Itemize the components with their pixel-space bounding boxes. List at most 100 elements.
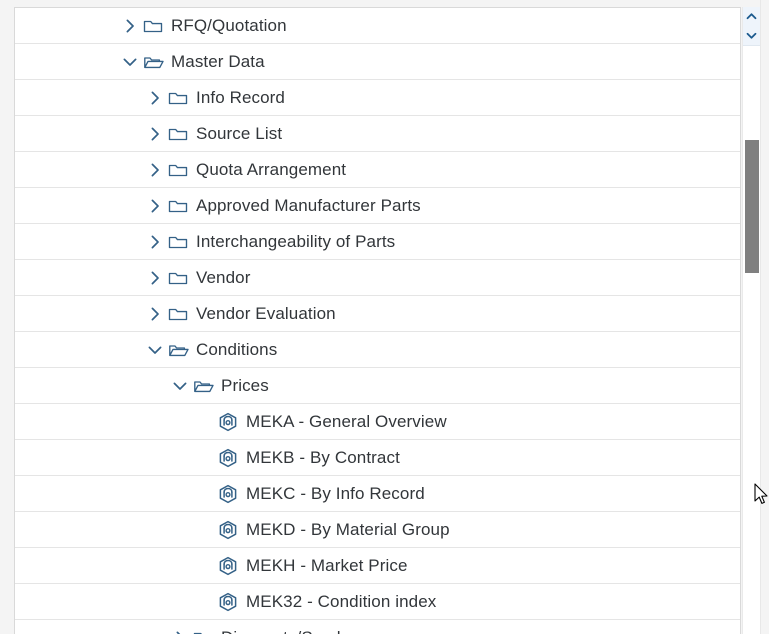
tree-row[interactable]: MEKC - By Info Record — [15, 476, 740, 512]
tree-row[interactable]: Conditions — [15, 332, 740, 368]
tree-expander-placeholder — [193, 482, 217, 506]
chevron-right-icon[interactable] — [143, 230, 167, 254]
folder-closed-icon — [192, 627, 214, 634]
navigation-tree-panel: RFQ/Quotation Master Data Info Record Sourc… — [14, 7, 741, 634]
folder-closed-icon — [167, 195, 189, 217]
tree-expander-placeholder — [193, 410, 217, 434]
tree-node-label: Vendor — [196, 267, 251, 287]
object-cube-icon — [217, 411, 239, 433]
folder-open-icon — [192, 375, 214, 397]
scrollbar-step-buttons — [743, 7, 760, 46]
tree-row[interactable]: MEK32 - Condition index — [15, 584, 740, 620]
app-screen: RFQ/Quotation Master Data Info Record Sourc… — [0, 0, 769, 634]
tree-row[interactable]: MEKD - By Material Group — [15, 512, 740, 548]
tree-expander-placeholder — [193, 446, 217, 470]
folder-open-icon — [142, 51, 164, 73]
tree-node-label: MEKB - By Contract — [246, 447, 400, 467]
folder-closed-icon — [142, 15, 164, 37]
tree-node-label: MEKD - By Material Group — [246, 519, 450, 539]
chevron-down-icon[interactable] — [143, 338, 167, 362]
tree-row[interactable]: RFQ/Quotation — [15, 8, 740, 44]
chevron-right-icon[interactable] — [143, 194, 167, 218]
tree-row[interactable]: Master Data — [15, 44, 740, 80]
tree-node-label: Approved Manufacturer Parts — [196, 195, 421, 215]
folder-closed-icon — [167, 303, 189, 325]
folder-closed-icon — [167, 123, 189, 145]
tree-node-label: Vendor Evaluation — [196, 303, 336, 323]
chevron-down-icon[interactable] — [168, 374, 192, 398]
tree-expander-placeholder — [193, 518, 217, 542]
folder-open-icon — [167, 339, 189, 361]
tree-row[interactable]: Info Record — [15, 80, 740, 116]
tree-expander-placeholder — [193, 590, 217, 614]
tree-node-label: Quota Arrangement — [196, 159, 347, 179]
tree-node-label: RFQ/Quotation — [171, 15, 287, 35]
object-cube-icon — [217, 483, 239, 505]
tree-node-label: MEKH - Market Price — [246, 555, 408, 575]
tree-row[interactable]: MEKH - Market Price — [15, 548, 740, 584]
top-gutter — [0, 0, 769, 7]
scrollbar-thumb[interactable] — [745, 140, 759, 273]
chevron-right-icon[interactable] — [143, 266, 167, 290]
object-cube-icon — [217, 591, 239, 613]
tree-node-label: Conditions — [196, 339, 278, 359]
left-gutter — [0, 0, 14, 634]
object-cube-icon — [217, 519, 239, 541]
vertical-scrollbar[interactable] — [742, 7, 760, 634]
folder-closed-icon — [167, 159, 189, 181]
tree-node-label: Prices — [221, 375, 269, 395]
tree-row[interactable]: Vendor — [15, 260, 740, 296]
tree-node-label: Interchangeability of Parts — [196, 231, 396, 251]
tree-node-label: Info Record — [196, 87, 285, 107]
tree-row[interactable]: Quota Arrangement — [15, 152, 740, 188]
chevron-right-icon[interactable] — [168, 626, 192, 634]
folder-closed-icon — [167, 87, 189, 109]
tree-node-label: Source List — [196, 123, 283, 143]
tree-row[interactable]: Prices — [15, 368, 740, 404]
folder-closed-icon — [167, 231, 189, 253]
tree-node-label: Discounts/Surcharges — [221, 628, 389, 634]
tree-node-label: MEKC - By Info Record — [246, 483, 425, 503]
tree-node-label: MEKA - General Overview — [246, 411, 447, 431]
tree-row[interactable]: MEKB - By Contract — [15, 440, 740, 476]
chevron-right-icon[interactable] — [143, 158, 167, 182]
scroll-down-icon[interactable] — [743, 26, 760, 45]
tree-row[interactable]: Source List — [15, 116, 740, 152]
tree-node-label: Master Data — [171, 51, 265, 71]
tree-row[interactable]: Approved Manufacturer Parts — [15, 188, 740, 224]
tree-expander-placeholder — [193, 554, 217, 578]
object-cube-icon — [217, 555, 239, 577]
tree-row-list: RFQ/Quotation Master Data Info Record Sourc… — [15, 8, 740, 634]
folder-closed-icon — [167, 267, 189, 289]
chevron-right-icon[interactable] — [143, 302, 167, 326]
right-gutter — [760, 0, 769, 634]
object-cube-icon — [217, 447, 239, 469]
tree-node-label: MEK32 - Condition index — [246, 591, 437, 611]
scroll-up-icon[interactable] — [743, 7, 760, 26]
chevron-right-icon[interactable] — [143, 122, 167, 146]
tree-row[interactable]: Interchangeability of Parts — [15, 224, 740, 260]
chevron-down-icon[interactable] — [118, 50, 142, 74]
chevron-right-icon[interactable] — [118, 14, 142, 38]
chevron-right-icon[interactable] — [143, 86, 167, 110]
tree-row[interactable]: MEKA - General Overview — [15, 404, 740, 440]
tree-row[interactable]: Discounts/Surcharges — [15, 620, 740, 634]
tree-row[interactable]: Vendor Evaluation — [15, 296, 740, 332]
